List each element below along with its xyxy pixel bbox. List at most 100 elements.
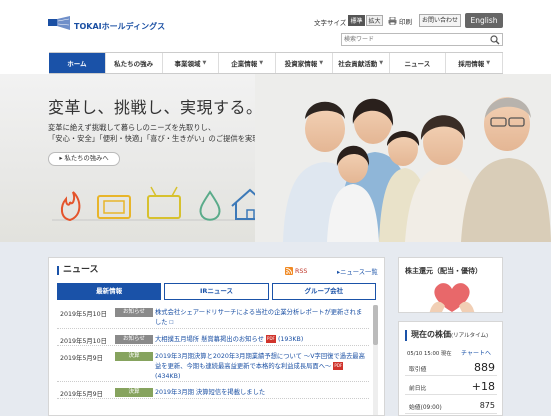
search-box [341,33,503,46]
stock-label: 始値(09:00) [409,405,442,411]
stock-price-panel: 現在の株価(リアルタイム) 05/10 15:00 現在 チャートへ 取引値 88… [398,321,503,416]
family-photo [255,74,551,242]
news-link[interactable]: 株式会社シェアードリサーチによる当社の企業分析レポートが更新されました ☐ [155,308,367,328]
english-button[interactable]: English [465,13,503,28]
news-date: 2019年5月10日 [60,311,107,318]
shareholder-title: 株主還元（配当・優待） [405,267,482,275]
hero-text-line2: 「安心・安全」「便利・快適」「喜び・生きがい」のご提供を実現します。 [48,134,289,143]
news-date: 2019年5月9日 [60,391,103,398]
news-link-text: 大相撲五月場所 懸賞幕掲出のお知らせ [155,336,264,343]
nav-item-label: 事業領域 [174,60,201,68]
nav-item-label: 私たちの強み [114,60,154,68]
stock-chart-link[interactable]: チャートへ [461,348,491,357]
nav-item-5[interactable]: 社会貢献活動 ▼ [333,53,390,73]
nav-item-2[interactable]: 事業領域 ▼ [163,53,220,73]
news-tabs: 最新情報 IRニュース グループ会社 [57,283,376,300]
chevron-down-icon: ▼ [202,60,207,66]
contact-button[interactable]: お問い合わせ [419,14,461,27]
nav-item-0[interactable]: ホーム [49,53,106,73]
news-list-link[interactable]: ▸ニュース一覧 [337,267,378,276]
pdf-icon: PDF [265,335,276,343]
news-panel: ニュース RSS ▸ニュース一覧 最新情報 IRニュース グループ会社 2019年5… [48,257,385,416]
print-label: 印刷 [399,18,412,26]
nav-item-7[interactable]: 採用情報 ▼ [446,53,503,73]
news-link[interactable]: 2019年3月期決算と2020年3月期業績予想について ～V字回復で過去最高益を… [155,352,367,382]
nav-item-label: ホーム [67,60,87,68]
nav-item-4[interactable]: 投資家情報 ▼ [276,53,333,73]
pdf-icon: PDF [333,362,344,370]
stock-timestamp: 05/10 15:00 現在 [407,351,452,357]
print-button[interactable]: 印刷 [388,16,412,26]
chevron-down-icon: ▼ [319,60,324,66]
pdf-size: 434KB [157,373,178,380]
news-tab-1[interactable]: IRニュース [164,283,269,300]
news-category-badge: お知らせ [115,308,153,317]
nav-item-label: 投資家情報 [284,60,318,68]
nav-item-label: 企業情報 [231,60,258,68]
shareholder-return-banner[interactable]: 株主還元（配当・優待） [398,257,503,313]
strengths-button[interactable]: ▸ 私たちの強みへ [48,152,120,166]
news-title: ニュース [57,266,99,275]
hero-banner: 変革し、挑戦し、実現する。 変革に絶えず挑戦して暮らしのニーズを先取りし、 「安… [0,74,551,242]
external-link-icon: ☐ [167,320,174,326]
chevron-down-icon: ▼ [259,60,264,66]
stock-row: 取引値 889 [405,359,497,376]
tokai-logo-icon[interactable] [48,16,70,30]
nav-item-label: 社会貢献活動 [338,60,378,68]
news-category-badge: お知らせ [115,335,153,344]
fontsize-label: 文字サイズ [314,19,347,27]
nav-item-1[interactable]: 私たちの強み [106,53,163,73]
pdf-size: 193KB [280,336,301,343]
rss-label: RSS [295,267,308,275]
logo-text[interactable]: TOKAIホールディングス [74,21,165,32]
stock-label: 取引値 [409,367,427,373]
fontsize-large-button[interactable]: 拡大 [366,15,383,26]
stock-title: 現在の株価(リアルタイム) [405,330,488,341]
chevron-down-icon: ▼ [379,60,384,66]
stock-subtitle: (リアルタイム) [451,333,489,339]
rss-link[interactable]: RSS [285,267,307,275]
printer-icon [388,17,397,25]
stock-row: 始値(09:00) 875 [405,397,497,414]
stock-row: 前日比 +18 [405,378,497,395]
news-list: 2019年5月10日 お知らせ 株式会社シェアードリサーチによる当社の企業分析レポー… [57,305,369,416]
strengths-button-label: 私たちの強みへ [64,155,109,162]
news-tab-2[interactable]: グループ会社 [271,283,376,300]
news-link[interactable]: 2019年3月期 決算短信を掲載しました [155,388,367,398]
nav-item-label: ニュース [404,60,431,68]
news-category-badge: 決算 [115,352,153,361]
news-tab-0[interactable]: 最新情報 [57,283,162,300]
news-date: 2019年5月10日 [60,338,107,345]
news-link-text: 株式会社シェアードリサーチによる当社の企業分析レポートが更新されました [155,309,363,326]
water-drop-icon [199,190,221,221]
rss-icon [285,267,293,275]
hero-title: 変革し、挑戦し、実現する。 [48,98,263,117]
hero-text-line1: 変革に絶えず挑戦して暮らしのニーズを先取りし、 [48,123,216,132]
nav-item-3[interactable]: 企業情報 ▼ [219,53,276,73]
nav-item-6[interactable]: ニュース [390,53,447,73]
news-link-text: 2019年3月期 決算短信を掲載しました [155,389,266,396]
news-item: 2019年5月9日 決算 2019年3月期決算と2020年3月期業績予想について ～… [57,349,369,382]
news-scrollbar-thumb[interactable] [373,305,378,345]
heart-hands-image [429,283,475,312]
flame-icon [60,191,81,222]
news-item: 2019年5月10日 お知らせ 株式会社シェアードリサーチによる当社の企業分析レポー… [57,305,369,329]
news-link[interactable]: 大相撲五月場所 懸賞幕掲出のお知らせ PDF (193KB) [155,335,367,345]
global-nav: ホーム 私たちの強み 事業領域 ▼ 企業情報 ▼ 投資家情報 ▼ 社会貢献活動 ▼ ニュース 採用情報… [49,52,503,74]
news-category-badge: 決算 [115,388,153,397]
news-date: 2019年5月9日 [60,355,103,362]
stock-value: +18 [471,380,495,393]
stock-label: 前日比 [409,386,427,392]
monitor-icon [147,195,181,219]
search-input[interactable] [344,34,484,45]
tv-icon [97,195,131,219]
nav-item-label: 採用情報 [458,60,485,68]
fontsize-standard-button[interactable]: 標準 [348,15,365,26]
news-item: 2019年5月9日 決算 2019年3月期 決算短信を掲載しました [57,385,369,399]
site-header: TOKAIホールディングス 文字サイズ 標準 拡大 お問い合わせ English [0,0,551,50]
stock-value: 889 [474,361,495,374]
stock-chart-link-label: チャートへ [461,350,491,357]
chevron-down-icon: ▼ [486,60,491,66]
news-item: 2019年5月10日 お知らせ 大相撲五月場所 懸賞幕掲出のお知らせ PDF (193K… [57,332,369,346]
search-icon[interactable] [490,35,500,45]
